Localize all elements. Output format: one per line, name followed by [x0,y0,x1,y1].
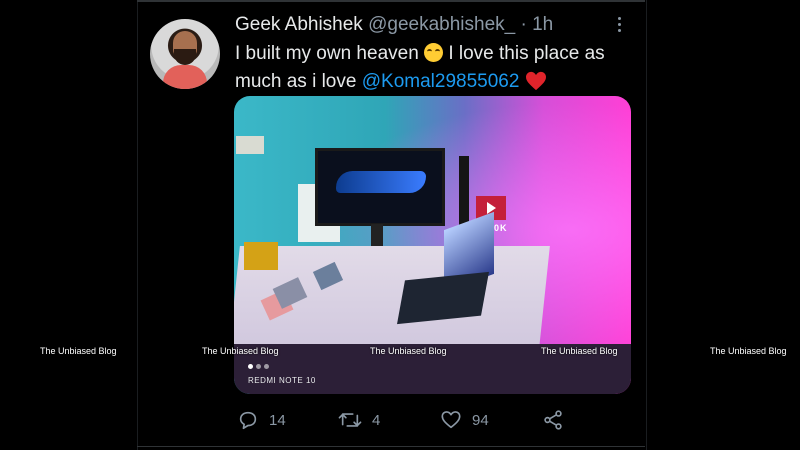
mention-link[interactable]: @Komal29855062 [362,71,520,92]
author-avatar[interactable] [150,19,220,89]
photo-monitor [315,148,445,226]
retweet-count: 4 [372,411,381,429]
author-handle[interactable]: @geekabhishek_ [368,14,515,35]
more-dot [618,17,621,20]
bottom-divider [137,446,645,447]
retweet-button[interactable]: 4 [338,405,380,435]
share-button[interactable] [542,405,564,435]
like-button[interactable]: 94 [440,405,489,435]
watermark: The Unbiased Blog [710,346,787,356]
watermark: The Unbiased Blog [40,346,117,356]
tweet-text: I built my own heaven I love this place … [235,40,630,96]
smiling-face-icon [424,43,444,62]
red-heart-icon [525,71,546,91]
tweet-time[interactable]: 1h [532,14,553,35]
more-dot [618,23,621,26]
author-name[interactable]: Geek Abhishek [235,14,363,35]
tweet-actions: 14 4 94 [235,405,630,435]
more-dot [618,29,621,32]
photo-wall-socket [236,136,264,154]
tweet-text-part1: I built my own heaven [235,43,425,64]
reply-icon [239,411,257,430]
like-icon [441,411,461,429]
like-count: 94 [472,411,489,429]
photo-pager [248,364,269,369]
photo-camera-tag: REDMI NOTE 10 [248,376,316,385]
more-options-icon[interactable] [612,14,628,36]
pager-dot [256,364,261,369]
watermark: The Unbiased Blog [541,346,618,356]
pager-dot [264,364,269,369]
tweet-header: Geek Abhishek @geekabhishek_ · 1h [235,12,553,38]
watermark: The Unbiased Blog [202,346,279,356]
pager-dot [248,364,253,369]
share-icon [544,410,562,430]
avatar-shirt [163,65,207,89]
retweet-icon [338,413,362,427]
reply-count: 14 [269,411,286,429]
reply-button[interactable]: 14 [237,405,286,435]
avatar-beard [174,49,196,65]
watermark: The Unbiased Blog [370,346,447,356]
separator-dot: · [520,14,527,35]
top-divider [137,0,645,2]
photo-yellow-box [244,242,278,270]
